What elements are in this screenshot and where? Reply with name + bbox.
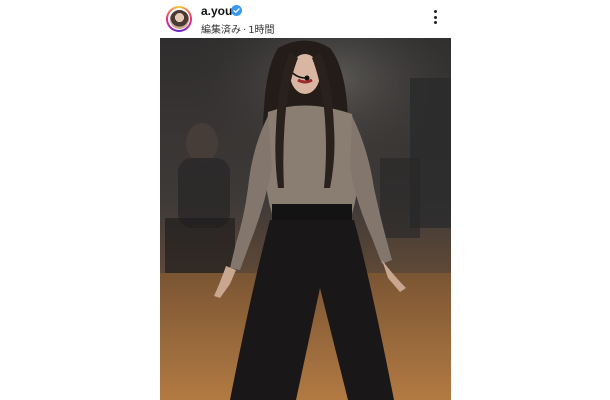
post-header: a.you 編集済み · 1時間 (0, 0, 610, 38)
edited-label: 編集済み (201, 25, 241, 36)
post-photo[interactable] (160, 38, 451, 400)
avatar-ring (168, 8, 190, 30)
verified-badge-icon (231, 5, 242, 16)
post-meta: 編集済み · 1時間 (201, 21, 275, 36)
time-ago: 1時間 (248, 25, 275, 36)
dancer-photo (160, 38, 451, 400)
more-vertical-icon[interactable] (428, 10, 442, 30)
meta-separator: · (243, 25, 247, 36)
avatar[interactable] (166, 6, 192, 32)
avatar-image (169, 9, 189, 29)
username[interactable]: a.you (201, 4, 232, 18)
